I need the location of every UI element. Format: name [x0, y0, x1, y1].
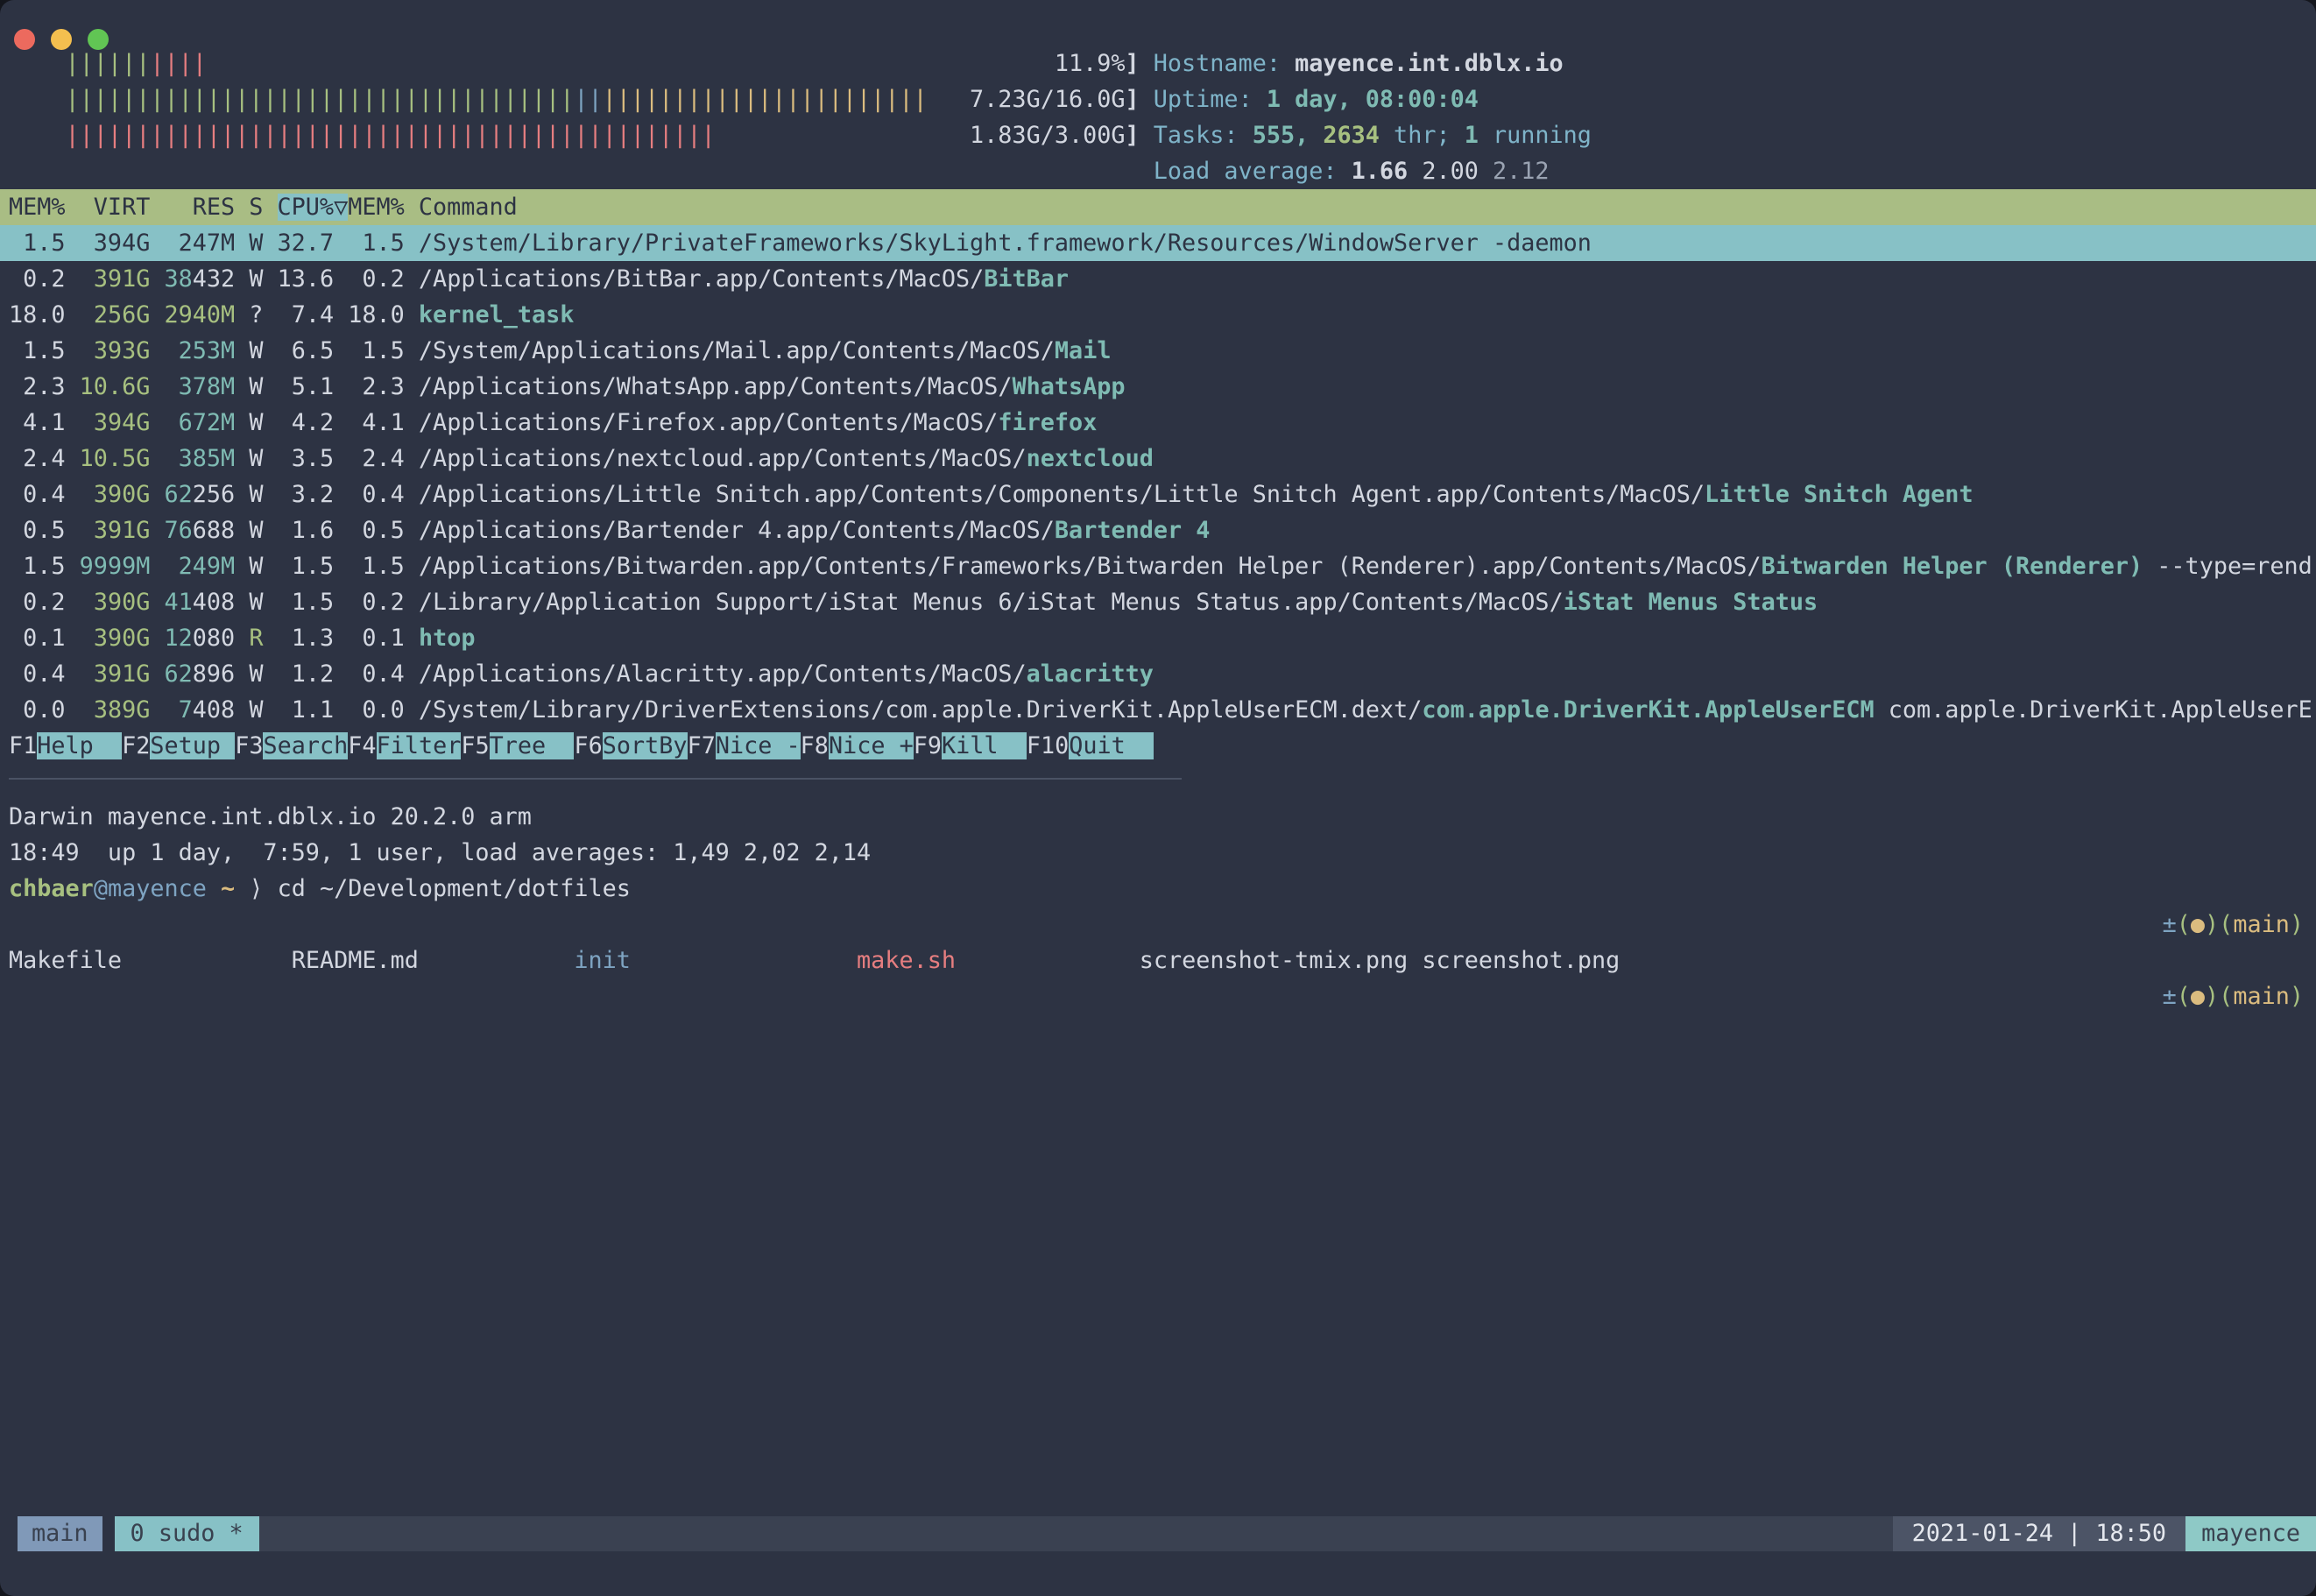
tmux-hostname-badge: mayence — [2185, 1516, 2316, 1551]
terminal-window: Avg[ |||||||||| 11.9% ] Hostname: mayenc… — [0, 0, 2316, 1596]
git-status-indicator: ±(●)(main) — [2163, 907, 2304, 943]
uname-line: Darwin mayence.int.dblx.io 20.2.0 arm — [0, 799, 2316, 835]
process-row-little-snitch[interactable]: 0.4 390G 62256 W 3.2 0.4 /Applications/L… — [0, 477, 2316, 512]
statusbar-left-spacer — [0, 1516, 18, 1551]
fkey-button-f5[interactable]: F5Tree — [461, 732, 574, 759]
process-row-bitwarden[interactable]: 1.5 9999M 249M W 1.5 1.5 /Applications/B… — [0, 548, 2316, 584]
process-row-bartender[interactable]: 0.5 391G 76688 W 1.6 0.5 /Applications/B… — [0, 512, 2316, 548]
mem-meter-value: 7.23G/16.0G — [970, 81, 1125, 117]
meter-close-bracket: ] — [1126, 117, 1140, 153]
fkey-button-f4[interactable]: F4Filter — [348, 732, 461, 759]
git-status-indicator: ±(●)(main) — [2163, 978, 2304, 1014]
process-row-bitbar[interactable]: 0.2 391G 38432 W 13.6 0.2 /Applications/… — [0, 261, 2316, 297]
ls-output-line: Makefile README.md init make.sh screensh… — [0, 943, 2316, 978]
avg-meter-line: Avg[ |||||||||| 11.9% ] Hostname: mayenc… — [0, 46, 2316, 81]
process-table-header[interactable]: MEM% VIRT RES S CPU%▽MEM% Command — [0, 189, 2316, 225]
tasks-info: Tasks: 555, 2634 thr; 1 running — [1154, 117, 1592, 153]
htop-panel: Avg[ |||||||||| 11.9% ] Hostname: mayenc… — [0, 46, 2316, 764]
process-row-htop[interactable]: 0.1 390G 12080 R 1.3 0.1 htop — [0, 620, 2316, 656]
meter-close-bracket: ] — [1126, 46, 1140, 81]
process-row-nextcloud[interactable]: 2.4 10.5G 385M W 3.5 2.4 /Applications/n… — [0, 441, 2316, 477]
pane-divider — [9, 778, 1182, 780]
fkey-button-f1[interactable]: F1Help — [9, 732, 122, 759]
meter-close-bracket: ] — [1126, 81, 1140, 117]
statusbar-gap — [102, 1516, 115, 1551]
hostname-info: Hostname: mayence.int.dblx.io — [1154, 46, 1564, 81]
shell-output: Darwin mayence.int.dblx.io 20.2.0 arm 18… — [0, 799, 2316, 1014]
fkey-button-f10[interactable]: F10Quit — [1027, 732, 1154, 759]
fkey-button-f8[interactable]: F8Nice + — [801, 732, 914, 759]
prompt-cd-line: chbaer@mayence ~ ⟩ cd ~/Development/dotf… — [0, 871, 2316, 907]
fkey-button-f2[interactable]: F2Setup — [122, 732, 235, 759]
swp-meter-value: 1.83G/3.00G — [970, 117, 1125, 153]
process-row-appleuserecm[interactable]: 0.0 389G 7408 W 1.1 0.0 /System/Library/… — [0, 692, 2316, 728]
process-row-alacritty[interactable]: 0.4 391G 62896 W 1.2 0.4 /Applications/A… — [0, 656, 2316, 692]
swp-meter-bars: ||||||||||||||||||||||||||||||||||||||||… — [66, 117, 716, 153]
fkey-button-f6[interactable]: F6SortBy — [574, 732, 687, 759]
tmux-status-bar: main 0 sudo * 2021-01-24 | 18:50 mayence — [0, 1516, 2316, 1551]
fkey-button-f3[interactable]: F3Search — [235, 732, 348, 759]
avg-meter-value: 11.9% — [1055, 46, 1126, 81]
process-row-kernel-task[interactable]: 18.0 256G 2940M ? 7.4 18.0 kernel_task — [0, 297, 2316, 333]
swp-meter-line: Swp[ |||||||||||||||||||||||||||||||||||… — [0, 117, 2316, 153]
fkey-button-f9[interactable]: F9Kill — [914, 732, 1027, 759]
function-key-bar: F1Help F2Setup F3SearchF4FilterF5Tree F6… — [0, 728, 2316, 764]
mem-meter-line: Mem[ |||||||||||||||||||||||||||||||||||… — [0, 81, 2316, 117]
load-average-line: Load average: 1.66 2.00 2.12 — [0, 153, 2316, 189]
process-row-whatsapp[interactable]: 2.3 10.6G 378M W 5.1 2.3 /Applications/W… — [0, 369, 2316, 405]
uptime-info: Uptime: 1 day, 08:00:04 — [1154, 81, 1479, 117]
load-average-info: Load average: 1.66 2.00 2.12 — [1154, 153, 1550, 189]
mem-meter-bars: ||||||||||||||||||||||||||||||||||||||||… — [66, 81, 928, 117]
process-row-mail[interactable]: 1.5 393G 253M W 6.5 1.5 /System/Applicat… — [0, 333, 2316, 369]
fkey-button-f7[interactable]: F7Nice - — [688, 732, 801, 759]
statusbar-right-group: 2021-01-24 | 18:50 mayence — [1893, 1516, 2316, 1551]
prompt-ls-line: ±(●)(main) chbaer@mayence ~/Development/… — [0, 907, 2316, 943]
avg-meter-bars: |||||||||| — [66, 46, 207, 81]
tmux-datetime: 2021-01-24 | 18:50 — [1893, 1516, 2185, 1551]
process-row-firefox[interactable]: 4.1 394G 672M W 4.2 4.1 /Applications/Fi… — [0, 405, 2316, 441]
tmux-window-badge[interactable]: 0 sudo * — [115, 1516, 259, 1551]
prompt-current-line[interactable]: ±(●)(main) chbaer@mayence ~/Development/… — [0, 978, 2316, 1014]
uptime-line: 18:49 up 1 day, 7:59, 1 user, load avera… — [0, 835, 2316, 871]
tmux-session-badge[interactable]: main — [18, 1516, 102, 1551]
process-row-windowserver[interactable]: 1.5 394G 247M W 32.7 1.5 /System/Library… — [0, 225, 2316, 261]
process-row-istat-menus[interactable]: 0.2 390G 41408 W 1.5 0.2 /Library/Applic… — [0, 584, 2316, 620]
